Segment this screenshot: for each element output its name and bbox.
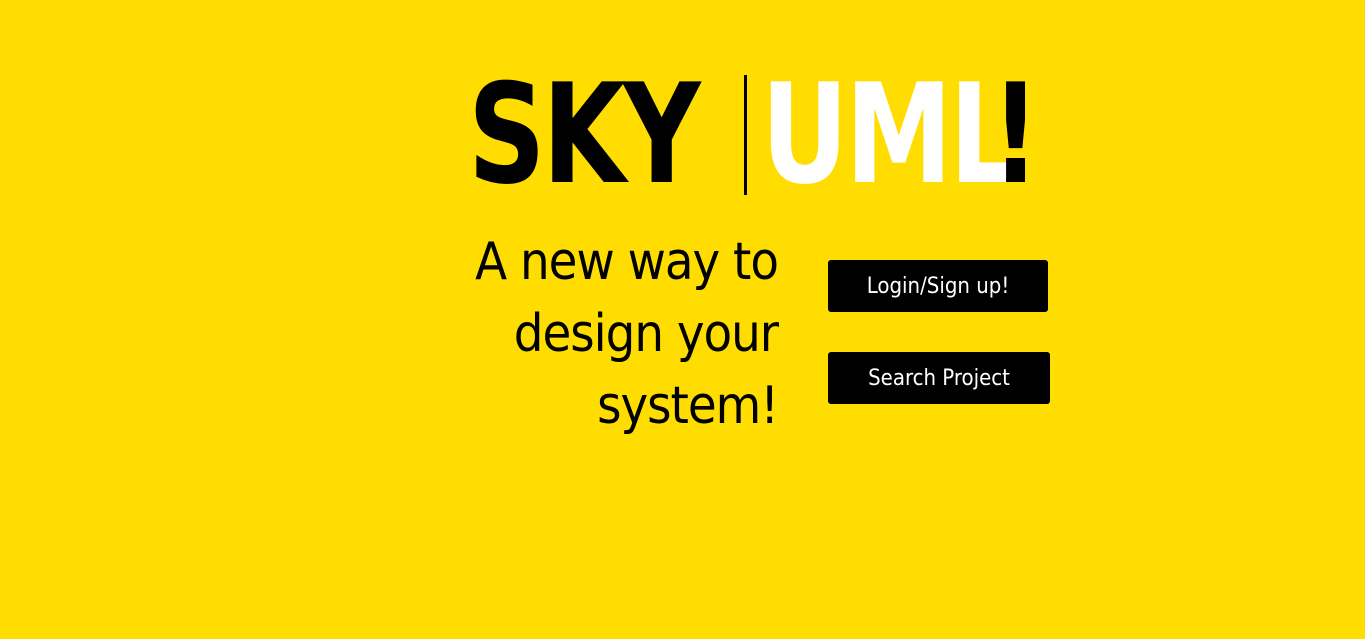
- tagline: A new way to design your system!: [430, 226, 779, 442]
- logo-exclamation: !: [990, 54, 1040, 215]
- logo-sky-text: SKY: [468, 54, 701, 215]
- login-signup-button[interactable]: Login/Sign up!: [828, 260, 1048, 312]
- logo-uml-text: UML: [761, 54, 1018, 215]
- landing-page: SKY UML ! A new way to design your syste…: [0, 0, 1365, 639]
- logo: SKY UML !: [468, 66, 1054, 204]
- tagline-line-1: A new way to: [475, 232, 779, 292]
- tagline-line-3: system!: [597, 376, 779, 436]
- logo-divider: [744, 75, 748, 195]
- tagline-line-2: design your: [513, 304, 779, 364]
- search-project-button[interactable]: Search Project: [828, 352, 1050, 404]
